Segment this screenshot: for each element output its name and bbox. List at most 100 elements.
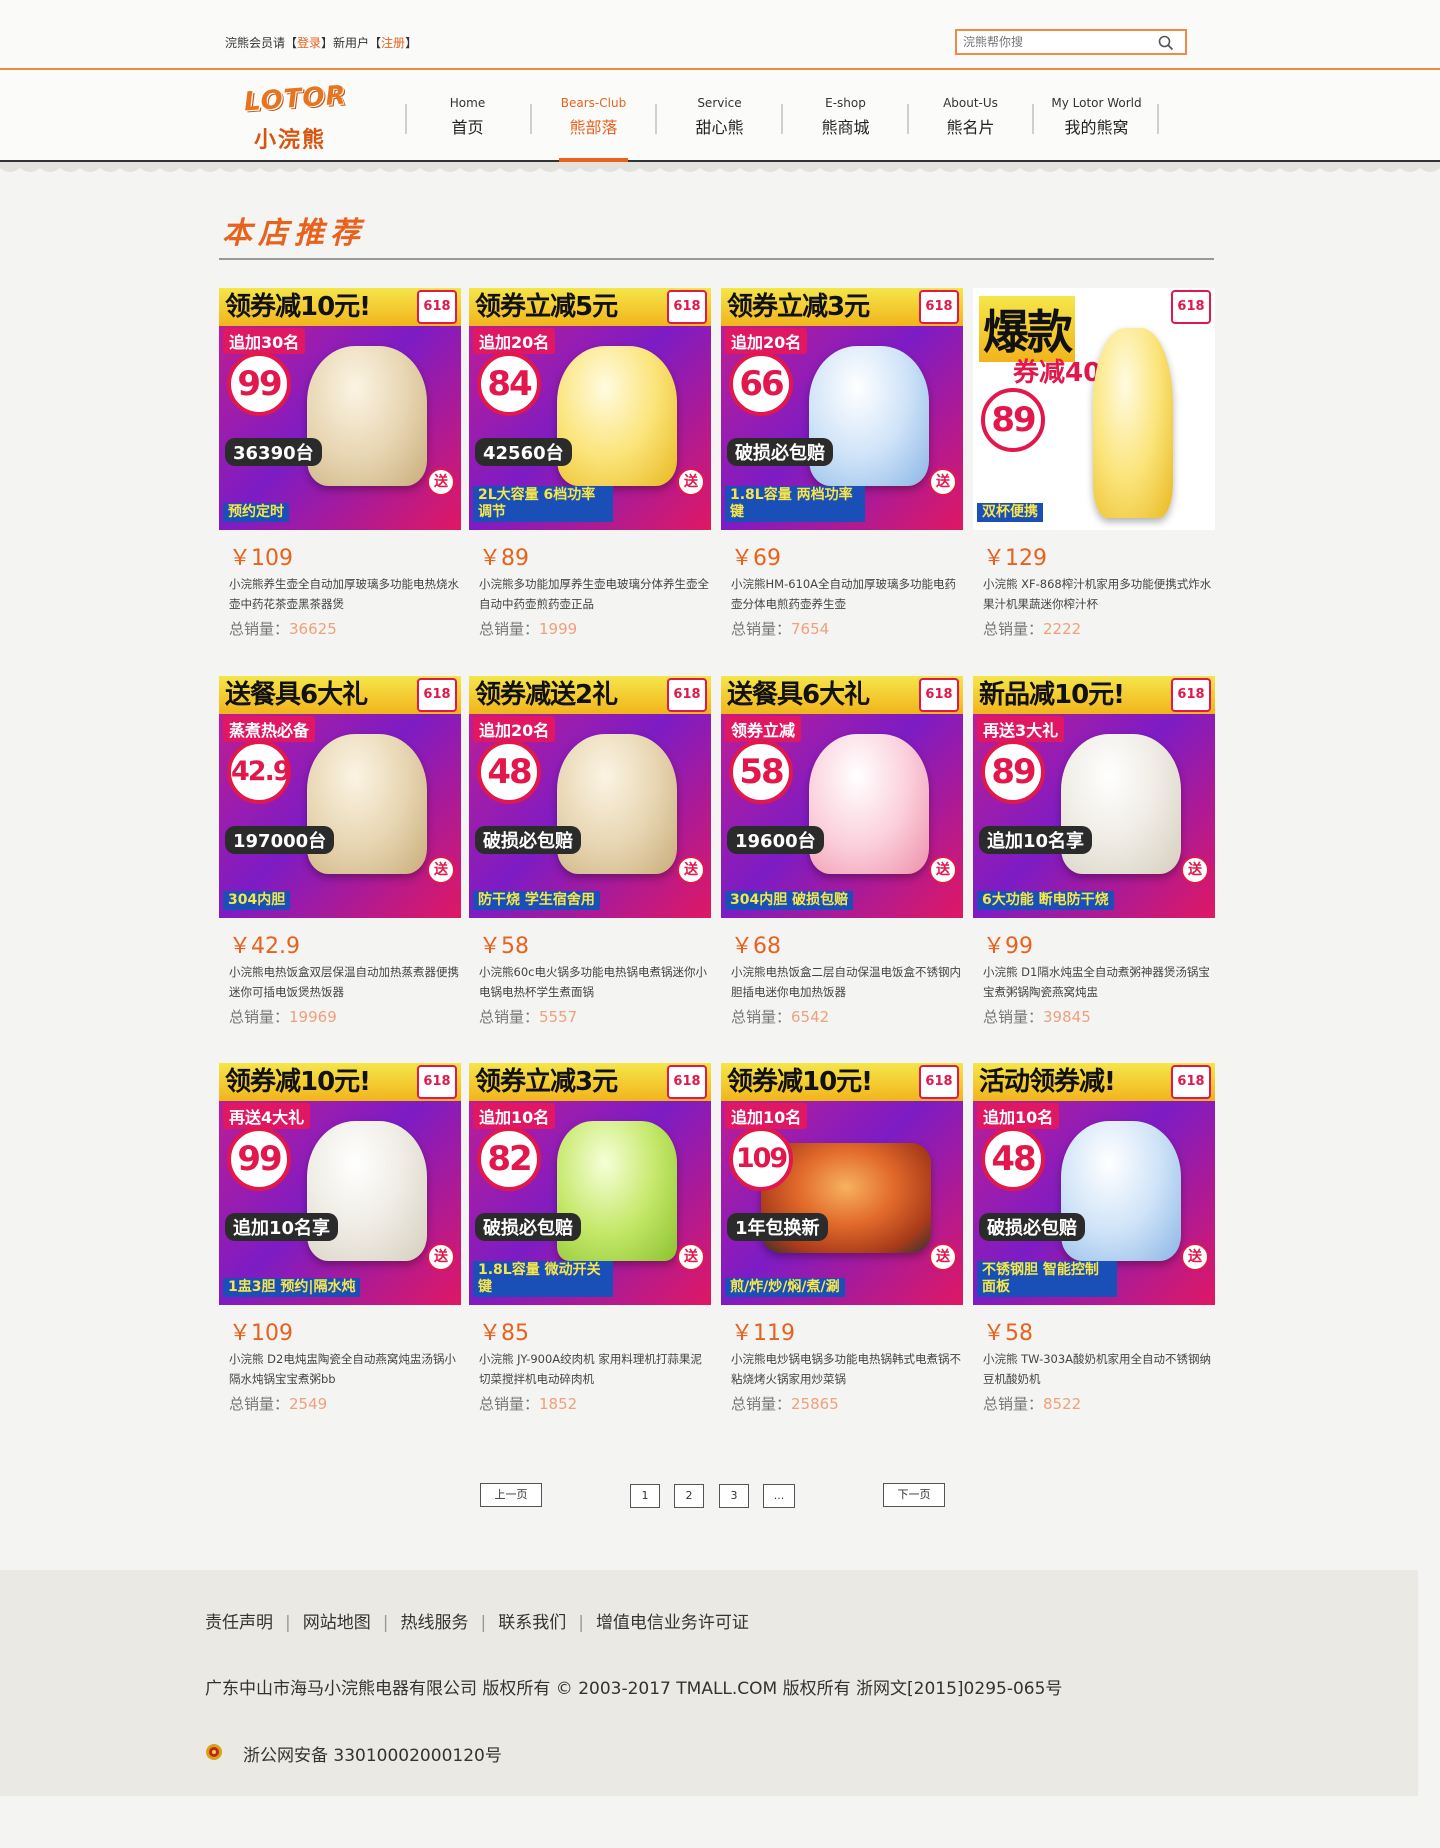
nav-item-about[interactable]: About-Us 熊名片	[908, 70, 1033, 162]
product-image[interactable]: 领券立减3元 618 追加20名 66 破损必包赔送 1.8L容量 两档功率键	[721, 288, 963, 530]
product-title[interactable]: 小浣熊多功能加厚养生壶电玻璃分体养生壶全自动中药壶煎药壶正品	[479, 574, 711, 614]
police-badge-icon	[205, 1743, 223, 1761]
product-image[interactable]: 送餐具6大礼 618 领券立减 58 19600台送 304内胆 破损包赔	[721, 676, 963, 918]
promo-sold: 破损必包赔	[475, 826, 581, 854]
product-card[interactable]: 领券减10元! 618 再送4大礼 99 追加10名享送 1盅3胆 预约|隔水炖 ￥109 小…	[219, 1063, 461, 1423]
footer-link-license[interactable]: 增值电信业务许可证	[596, 1613, 749, 1633]
next-page-button[interactable]: 下一页	[883, 1483, 945, 1507]
product-image[interactable]: 新品减10元! 618 再送3大礼 89 追加10名享送 6大功能 断电防干烧	[973, 676, 1215, 918]
gift-badge: 送	[929, 1243, 957, 1271]
product-image[interactable]: 领券减10元! 618 追加10名 109 1年包换新送煎/炸/炒/焖/煮/涮	[721, 1063, 963, 1305]
product-card[interactable]: 送餐具6大礼 618 领券立减 58 19600台送 304内胆 破损包赔 ￥68 小浣熊电热…	[721, 676, 963, 1036]
page-button-2[interactable]: 2	[674, 1484, 704, 1508]
product-card[interactable]: 领券立减3元 618 追加10名 82 破损必包赔送 1.8L容量 微动开关键 ￥85 小浣熊…	[469, 1063, 711, 1423]
nav-item-eshop[interactable]: E-shop 熊商城	[783, 70, 908, 162]
product-title[interactable]: 小浣熊 D2电炖盅陶瓷全自动燕窝炖盅汤锅小隔水炖锅宝宝煮粥bb	[229, 1349, 461, 1389]
sales-count: 7654	[791, 620, 830, 638]
product-card[interactable]: 领券减10元! 618 追加30名 99 36390台送预约定时 ￥109 小浣熊养生壶全自…	[219, 288, 461, 648]
product-image[interactable]: 活动领券减! 618 追加10名 48 破损必包赔送不锈钢胆 智能控制面板	[973, 1063, 1215, 1305]
product-sales: 总销量：5557	[479, 1006, 577, 1027]
logo[interactable]: LOTOR 小浣熊	[240, 80, 360, 153]
product-sales: 总销量：6542	[731, 1006, 829, 1027]
promo-sub: 蒸煮热必备	[223, 716, 316, 742]
product-image[interactable]: 领券减10元! 618 再送4大礼 99 追加10名享送 1盅3胆 预约|隔水炖	[219, 1063, 461, 1305]
badge-618: 618	[919, 678, 959, 712]
search-icon[interactable]	[1157, 34, 1175, 52]
gift-badge: 送	[427, 856, 455, 884]
product-card[interactable]: 领券减送2礼 618 追加20名 48 破损必包赔送防干烧 学生宿舍用 ￥58 小浣熊60c…	[469, 676, 711, 1036]
nav-item-service[interactable]: Service 甜心熊	[657, 70, 782, 162]
sales-label: 总销量：	[983, 1008, 1044, 1026]
sales-count: 25865	[791, 1395, 839, 1413]
badge-618: 618	[667, 678, 707, 712]
product-card[interactable]: 送餐具6大礼 618 蒸煮热必备 42.9 197000台送 304内胆 ￥42.9 小浣熊电…	[219, 676, 461, 1036]
product-image[interactable]: 领券减送2礼 618 追加20名 48 破损必包赔送防干烧 学生宿舍用	[469, 676, 711, 918]
product-card[interactable]: 爆款 券减40 89 618 双杯便携 ￥129 小浣熊 XF-868榨汁机家用多功能便携式…	[973, 288, 1215, 648]
product-card[interactable]: 活动领券减! 618 追加10名 48 破损必包赔送不锈钢胆 智能控制面板 ￥58 小浣熊 …	[973, 1063, 1215, 1423]
product-card[interactable]: 领券立减3元 618 追加20名 66 破损必包赔送 1.8L容量 两档功率键 ￥69 小浣熊…	[721, 288, 963, 648]
search-input[interactable]	[963, 33, 1153, 51]
promo-sub: 追加10名	[725, 1103, 808, 1129]
footer-link-disclaimer[interactable]: 责任声明	[205, 1613, 273, 1633]
sales-count: 8522	[1043, 1395, 1082, 1413]
footer-link-contact[interactable]: 联系我们	[498, 1613, 566, 1633]
product-sales: 总销量：36625	[229, 618, 337, 639]
nav-item-en: Home	[449, 96, 486, 110]
login-link[interactable]: 登录	[297, 36, 321, 50]
product-image[interactable]: 领券立减3元 618 追加10名 82 破损必包赔送 1.8L容量 微动开关键	[469, 1063, 711, 1305]
product-title[interactable]: 小浣熊60c电火锅多功能电热锅电煮锅迷你小电锅电热杯学生煮面锅	[479, 962, 711, 1002]
register-link[interactable]: 注册	[381, 36, 405, 50]
product-title[interactable]: 小浣熊 XF-868榨汁机家用多功能便携式炸水果汁机果蔬迷你榨汁杯	[983, 574, 1215, 614]
nav-item-home[interactable]: Home 首页	[405, 70, 530, 162]
prev-page-button[interactable]: 上一页	[480, 1483, 542, 1507]
promo-tag: 不锈钢胆 智能控制面板	[977, 1261, 1117, 1297]
nav-item-bears-club[interactable]: Bears-Club 熊部落	[531, 70, 656, 162]
sales-label: 总销量：	[479, 1395, 540, 1413]
product-card[interactable]: 新品减10元! 618 再送3大礼 89 追加10名享送 6大功能 断电防干烧 ￥99 小浣熊…	[973, 676, 1215, 1036]
promo-tag: 1盅3胆 预约|隔水炖	[223, 1278, 361, 1297]
promo-sub: 追加30名	[223, 328, 306, 354]
product-title[interactable]: 小浣熊 TW-303A酸奶机家用全自动不锈钢纳豆机酸奶机	[983, 1349, 1215, 1389]
promo-price-circle: 99	[227, 1127, 291, 1191]
product-card[interactable]: 领券减10元! 618 追加10名 109 1年包换新送煎/炸/炒/焖/煮/涮 ￥119 小…	[721, 1063, 963, 1423]
promo-sub: 追加20名	[725, 328, 808, 354]
section-title: 本店推荐	[222, 216, 366, 251]
member-suffix: 】	[405, 36, 418, 50]
promo-sold: 42560台	[475, 438, 572, 466]
product-title[interactable]: 小浣熊电炒锅电锅多功能电热锅韩式电煮锅不粘烧烤火锅家用炒菜锅	[731, 1349, 963, 1389]
product-image[interactable]: 送餐具6大礼 618 蒸煮热必备 42.9 197000台送 304内胆	[219, 676, 461, 918]
promo-price-circle: 66	[729, 352, 793, 416]
product-photo	[809, 734, 929, 874]
product-sales: 总销量：39845	[983, 1006, 1091, 1027]
product-title[interactable]: 小浣熊 D1隔水炖盅全自动煮粥神器煲汤锅宝宝煮粥锅陶瓷燕窝炖盅	[983, 962, 1215, 1002]
badge-618: 618	[1171, 1065, 1211, 1099]
product-title[interactable]: 小浣熊养生壶全自动加厚玻璃多功能电热烧水壶中药花茶壶黑茶器煲	[229, 574, 461, 614]
member-links: 浣熊会员请【登录】新用户【注册】	[225, 34, 417, 51]
nav-item-my-world[interactable]: My Lotor World 我的熊窝	[1034, 70, 1159, 162]
page-button-more[interactable]: ...	[763, 1484, 795, 1508]
badge-618: 618	[667, 290, 707, 324]
promo-price-circle: 89	[981, 388, 1045, 452]
promo-tag: 6大功能 断电防干烧	[977, 891, 1114, 910]
footer-link-hotline[interactable]: 热线服务	[400, 1613, 468, 1633]
product-title[interactable]: 小浣熊HM-610A全自动加厚玻璃多功能电药壶分体电煎药壶养生壶	[731, 574, 963, 614]
footer-link-sitemap[interactable]: 网站地图	[303, 1613, 371, 1633]
product-sales: 总销量：8522	[983, 1393, 1081, 1414]
product-card[interactable]: 领券立减5元 618 追加20名 84 42560台送 2L大容量 6档功率调节 ￥89 小浣…	[469, 288, 711, 648]
page-button-3[interactable]: 3	[719, 1484, 749, 1508]
gift-badge: 送	[677, 856, 705, 884]
sales-count: 1999	[539, 620, 578, 638]
product-title[interactable]: 小浣熊电热饭盒双层保温自动加热蒸煮器便携迷你可插电饭煲热饭器	[229, 962, 461, 1002]
product-price: ￥68	[731, 934, 781, 959]
product-image[interactable]: 爆款 券减40 89 618 双杯便携	[973, 288, 1215, 530]
product-title[interactable]: 小浣熊电热饭盒二层自动保温电饭盒不锈钢内胆插电迷你电加热饭器	[731, 962, 963, 1002]
product-title[interactable]: 小浣熊 JY-900A绞肉机 家用料理机打蒜果泥切菜搅拌机电动碎肉机	[479, 1349, 711, 1389]
section-divider	[219, 258, 1214, 260]
promo-sold: 破损必包赔	[979, 1213, 1085, 1241]
sales-count: 5557	[539, 1008, 578, 1026]
page-button-1[interactable]: 1	[630, 1484, 660, 1508]
sales-count: 1852	[539, 1395, 578, 1413]
product-image[interactable]: 领券减10元! 618 追加30名 99 36390台送预约定时	[219, 288, 461, 530]
sales-label: 总销量：	[229, 1395, 290, 1413]
product-image[interactable]: 领券立减5元 618 追加20名 84 42560台送 2L大容量 6档功率调节	[469, 288, 711, 530]
